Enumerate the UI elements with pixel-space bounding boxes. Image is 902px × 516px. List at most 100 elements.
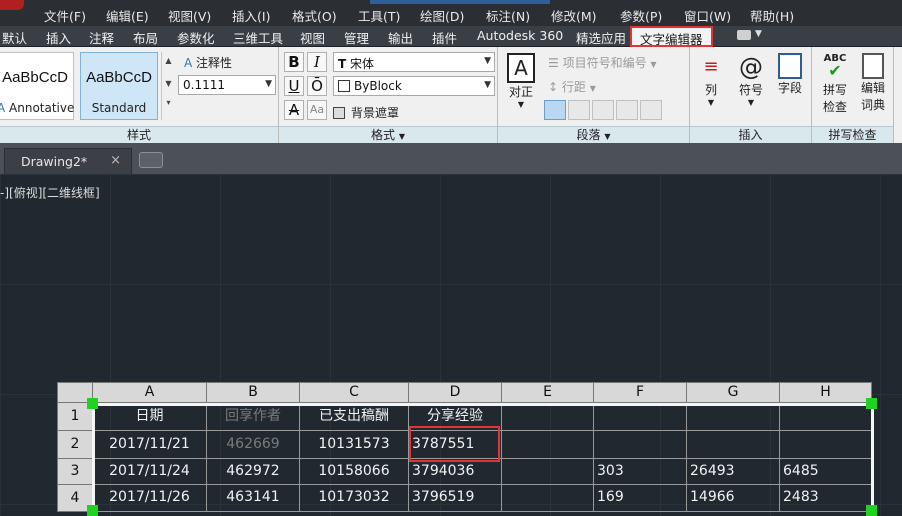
text-height-field[interactable]: 0.1111 ▼ — [178, 75, 276, 95]
col-header-g[interactable]: G — [686, 382, 780, 403]
scroll-up-icon[interactable]: ▲ — [162, 56, 175, 65]
change-case-button[interactable]: Aa — [307, 100, 327, 120]
edit-dictionary-button[interactable]: 编辑 词典 — [856, 53, 890, 113]
justification-button[interactable]: A 对正 ▼ — [504, 53, 538, 109]
menu-file[interactable]: 文件(F) — [44, 6, 86, 25]
ribbon-tab-bar: 默认 插入 注释 布局 参数化 三维工具 视图 管理 输出 插件 Autodes… — [0, 26, 902, 47]
tab-insert[interactable]: 插入 — [46, 28, 71, 47]
col-header-h[interactable]: H — [779, 382, 872, 403]
style-sample: AaBbCcD — [86, 69, 152, 86]
style-name: A Annotative — [0, 101, 74, 115]
bullets-button[interactable]: ☰ 项目符号和编号 ▼ — [548, 54, 657, 71]
file-tab-drawing2[interactable]: Drawing2* × — [4, 148, 132, 174]
chevron-down-icon[interactable]: ▼ — [696, 98, 726, 107]
row-header-3[interactable]: 3 — [57, 458, 93, 485]
menu-window[interactable]: 窗口(W) — [684, 6, 731, 25]
mask-icon — [333, 107, 345, 119]
align-right-button[interactable] — [592, 100, 614, 120]
menu-insert[interactable]: 插入(I) — [232, 6, 270, 25]
field-icon — [778, 53, 802, 79]
symbol-button[interactable]: @ 符号 ▼ — [734, 53, 768, 107]
close-icon[interactable]: × — [110, 153, 121, 168]
spell-check-button[interactable]: ABC ✔ 拼写 检查 — [818, 53, 852, 115]
chevron-down-icon[interactable]: ▼ — [399, 132, 405, 141]
tab-view[interactable]: 视图 — [300, 28, 325, 47]
strikethrough-button[interactable]: A — [284, 100, 304, 120]
menu-tools[interactable]: 工具(T) — [358, 6, 400, 25]
line-spacing-button[interactable]: ↕ 行距 ▼ — [548, 78, 596, 95]
tab-parametric[interactable]: 参数化 — [177, 28, 215, 47]
video-icon[interactable] — [737, 30, 751, 40]
chevron-down-icon[interactable]: ▼ — [265, 79, 272, 89]
app-logo[interactable] — [0, 0, 24, 10]
bold-button[interactable]: B — [284, 52, 304, 72]
menu-edit[interactable]: 编辑(E) — [106, 6, 149, 25]
align-center-button[interactable] — [568, 100, 590, 120]
paragraph-panel: A 对正 ▼ ☰ 项目符号和编号 ▼ ↕ 行距 ▼ 段落 ▼ — [498, 47, 690, 143]
style-standard[interactable]: AaBbCcD Standard — [80, 52, 158, 120]
style-name: Standard — [91, 101, 147, 115]
tab-3d-tools[interactable]: 三维工具 — [233, 28, 283, 47]
annotative-toggle[interactable]: A 注释性 — [184, 54, 232, 71]
chevron-down-icon[interactable]: ▼ — [604, 132, 610, 141]
font-field[interactable]: T 宋体 ▼ — [333, 52, 495, 72]
grip-bottom-left[interactable] — [87, 505, 98, 516]
tab-autodesk-360[interactable]: Autodesk 360 — [477, 28, 563, 43]
color-field[interactable]: ByBlock ▼ — [333, 76, 495, 96]
align-left-button[interactable] — [544, 100, 566, 120]
dropdown-arrow-icon[interactable]: ▼ — [755, 29, 762, 39]
chevron-down-icon[interactable]: ▼ — [484, 56, 491, 66]
menu-dimension[interactable]: 标注(N) — [486, 6, 530, 25]
viewport-label[interactable]: -][俯视][二维线框] — [0, 184, 100, 201]
tab-manage[interactable]: 管理 — [344, 28, 369, 47]
tab-plugins[interactable]: 插件 — [432, 28, 457, 47]
field-button[interactable]: 字段 — [774, 53, 806, 96]
grip-top-left[interactable] — [87, 398, 98, 409]
row-header-2[interactable]: 2 — [57, 430, 93, 459]
columns-button[interactable]: ≡ 列 ▼ — [696, 53, 726, 107]
tab-text-editor[interactable]: 文字编辑器 — [630, 26, 713, 47]
tab-featured-apps[interactable]: 精选应用 — [576, 28, 626, 47]
columns-label: 列 — [704, 83, 717, 97]
style-annotative[interactable]: AaBbCcD A Annotative — [0, 52, 74, 120]
italic-button[interactable]: I — [307, 52, 327, 72]
menu-help[interactable]: 帮助(H) — [750, 6, 794, 25]
columns-icon: ≡ — [703, 56, 719, 77]
menu-draw[interactable]: 绘图(D) — [420, 6, 464, 25]
col-header-b[interactable]: B — [206, 382, 300, 403]
grip-top-right[interactable] — [866, 398, 877, 409]
menu-modify[interactable]: 修改(M) — [551, 6, 597, 25]
chevron-down-icon[interactable]: ▼ — [504, 100, 538, 109]
tab-annotate[interactable]: 注释 — [89, 28, 114, 47]
background-mask-button[interactable]: 背景遮罩 — [333, 104, 399, 121]
grip-bottom-right[interactable] — [866, 505, 877, 516]
spell-label-1: 拼写 — [822, 83, 847, 97]
justify-button[interactable] — [616, 100, 638, 120]
style-gallery-scroll[interactable]: ▲ ▼ ▾ — [161, 52, 175, 120]
col-header-c[interactable]: C — [299, 382, 409, 403]
underline-button[interactable]: U — [284, 76, 304, 96]
chevron-down-icon[interactable]: ▼ — [734, 98, 768, 107]
overline-button[interactable]: Ō — [307, 76, 327, 96]
format-panel: B I U Ō A Aa T 宋体 ▼ ByBlock ▼ 背景遮罩 格式 ▼ — [279, 47, 498, 143]
col-header-d[interactable]: D — [408, 382, 502, 403]
menu-format[interactable]: 格式(O) — [292, 6, 337, 25]
chevron-down-icon[interactable]: ▼ — [484, 80, 491, 90]
tab-layout[interactable]: 布局 — [133, 28, 158, 47]
tab-output[interactable]: 输出 — [388, 28, 413, 47]
col-header-f[interactable]: F — [593, 382, 687, 403]
tab-default[interactable]: 默认 — [2, 28, 27, 47]
justify-label: 对正 — [508, 85, 533, 99]
col-header-e[interactable]: E — [501, 382, 594, 403]
scroll-down-icon[interactable]: ▼ — [162, 79, 175, 88]
file-tab-bar: Drawing2* × — [0, 143, 902, 174]
truetype-icon: T — [338, 57, 347, 71]
symbol-label: 符号 — [738, 83, 763, 97]
format-panel-title: 格式 ▼ — [279, 126, 497, 143]
expand-gallery-icon[interactable]: ▾ — [162, 98, 175, 107]
distribute-button[interactable] — [640, 100, 662, 120]
menu-parametric[interactable]: 参数(P) — [620, 6, 662, 25]
col-header-a[interactable]: A — [92, 382, 207, 403]
menu-view[interactable]: 视图(V) — [168, 6, 211, 25]
new-tab-button[interactable] — [139, 152, 163, 168]
